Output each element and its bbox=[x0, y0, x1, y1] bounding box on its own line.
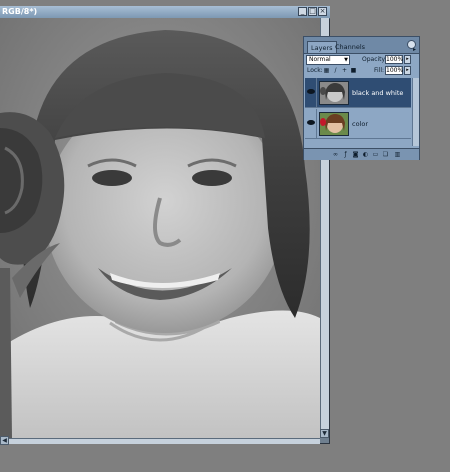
document-title: RGB/8*) bbox=[2, 7, 38, 16]
trash-icon[interactable]: ▥ bbox=[394, 151, 401, 158]
fill-input[interactable]: 100% bbox=[385, 66, 403, 75]
scroll-down-arrow[interactable]: ▼ bbox=[320, 429, 329, 438]
lock-move-icon[interactable]: + bbox=[341, 67, 348, 74]
new-group-icon[interactable]: ▭ bbox=[372, 151, 379, 158]
layer-name: color bbox=[352, 120, 369, 128]
adjustment-layer-icon[interactable]: ◐ bbox=[362, 151, 369, 158]
minimize-button[interactable]: _ bbox=[298, 7, 307, 16]
layer-style-icon[interactable]: ƒ bbox=[342, 151, 349, 158]
opacity-arrow-icon[interactable]: ▸ bbox=[404, 55, 411, 64]
layer-row-color[interactable]: color bbox=[305, 109, 411, 139]
layers-list: black and white color bbox=[305, 78, 411, 146]
maximize-button[interactable]: □ bbox=[308, 7, 317, 16]
panel-footer: ∞ ƒ ◙ ◐ ▭ ❏ ▥ bbox=[304, 148, 419, 160]
mask-icon[interactable]: ◙ bbox=[352, 151, 359, 158]
scroll-left-arrow[interactable]: ◀ bbox=[0, 436, 9, 445]
eye-icon bbox=[307, 120, 315, 125]
new-layer-icon[interactable]: ❏ bbox=[382, 151, 389, 158]
lock-label: Lock: bbox=[307, 67, 323, 74]
layer-thumbnail bbox=[319, 112, 349, 136]
layers-panel: Layers Channels ▸ Normal ▼ Opacity: 100%… bbox=[303, 36, 420, 160]
layers-scrollbar[interactable] bbox=[412, 78, 419, 146]
lock-brush-icon[interactable]: / bbox=[332, 67, 339, 74]
opacity-input[interactable]: 100% bbox=[385, 55, 403, 64]
blend-mode-select[interactable]: Normal ▼ bbox=[306, 55, 350, 65]
visibility-toggle[interactable] bbox=[305, 109, 317, 138]
fill-label: Fill: bbox=[374, 67, 385, 74]
panel-menu-icon[interactable]: ▸ bbox=[413, 47, 416, 53]
lock-transparency-icon[interactable]: ▦ bbox=[323, 67, 330, 74]
layer-name: black and white bbox=[352, 89, 404, 97]
close-button[interactable]: × bbox=[318, 7, 327, 16]
opacity-label: Opacity: bbox=[362, 56, 387, 63]
panel-tabs: Layers Channels ▸ bbox=[304, 37, 419, 54]
layer-thumbnail bbox=[319, 81, 349, 105]
document-window: RGB/8*) _ □ × ▼ ◀ bbox=[0, 6, 330, 445]
image-canvas[interactable] bbox=[0, 18, 320, 438]
visibility-toggle[interactable] bbox=[305, 78, 317, 107]
horizontal-scrollbar[interactable]: ◀ bbox=[0, 436, 320, 445]
layer-row-black-and-white[interactable]: black and white bbox=[305, 78, 411, 108]
photo-girl-with-rose bbox=[0, 18, 320, 438]
eye-icon bbox=[307, 89, 315, 94]
link-icon[interactable]: ∞ bbox=[332, 151, 339, 158]
lock-all-icon[interactable]: ■ bbox=[350, 67, 357, 74]
fill-arrow-icon[interactable]: ▸ bbox=[404, 66, 411, 75]
chevron-down-icon: ▼ bbox=[344, 57, 348, 63]
blend-mode-value: Normal bbox=[309, 56, 331, 63]
tab-channels[interactable]: Channels bbox=[332, 41, 368, 53]
